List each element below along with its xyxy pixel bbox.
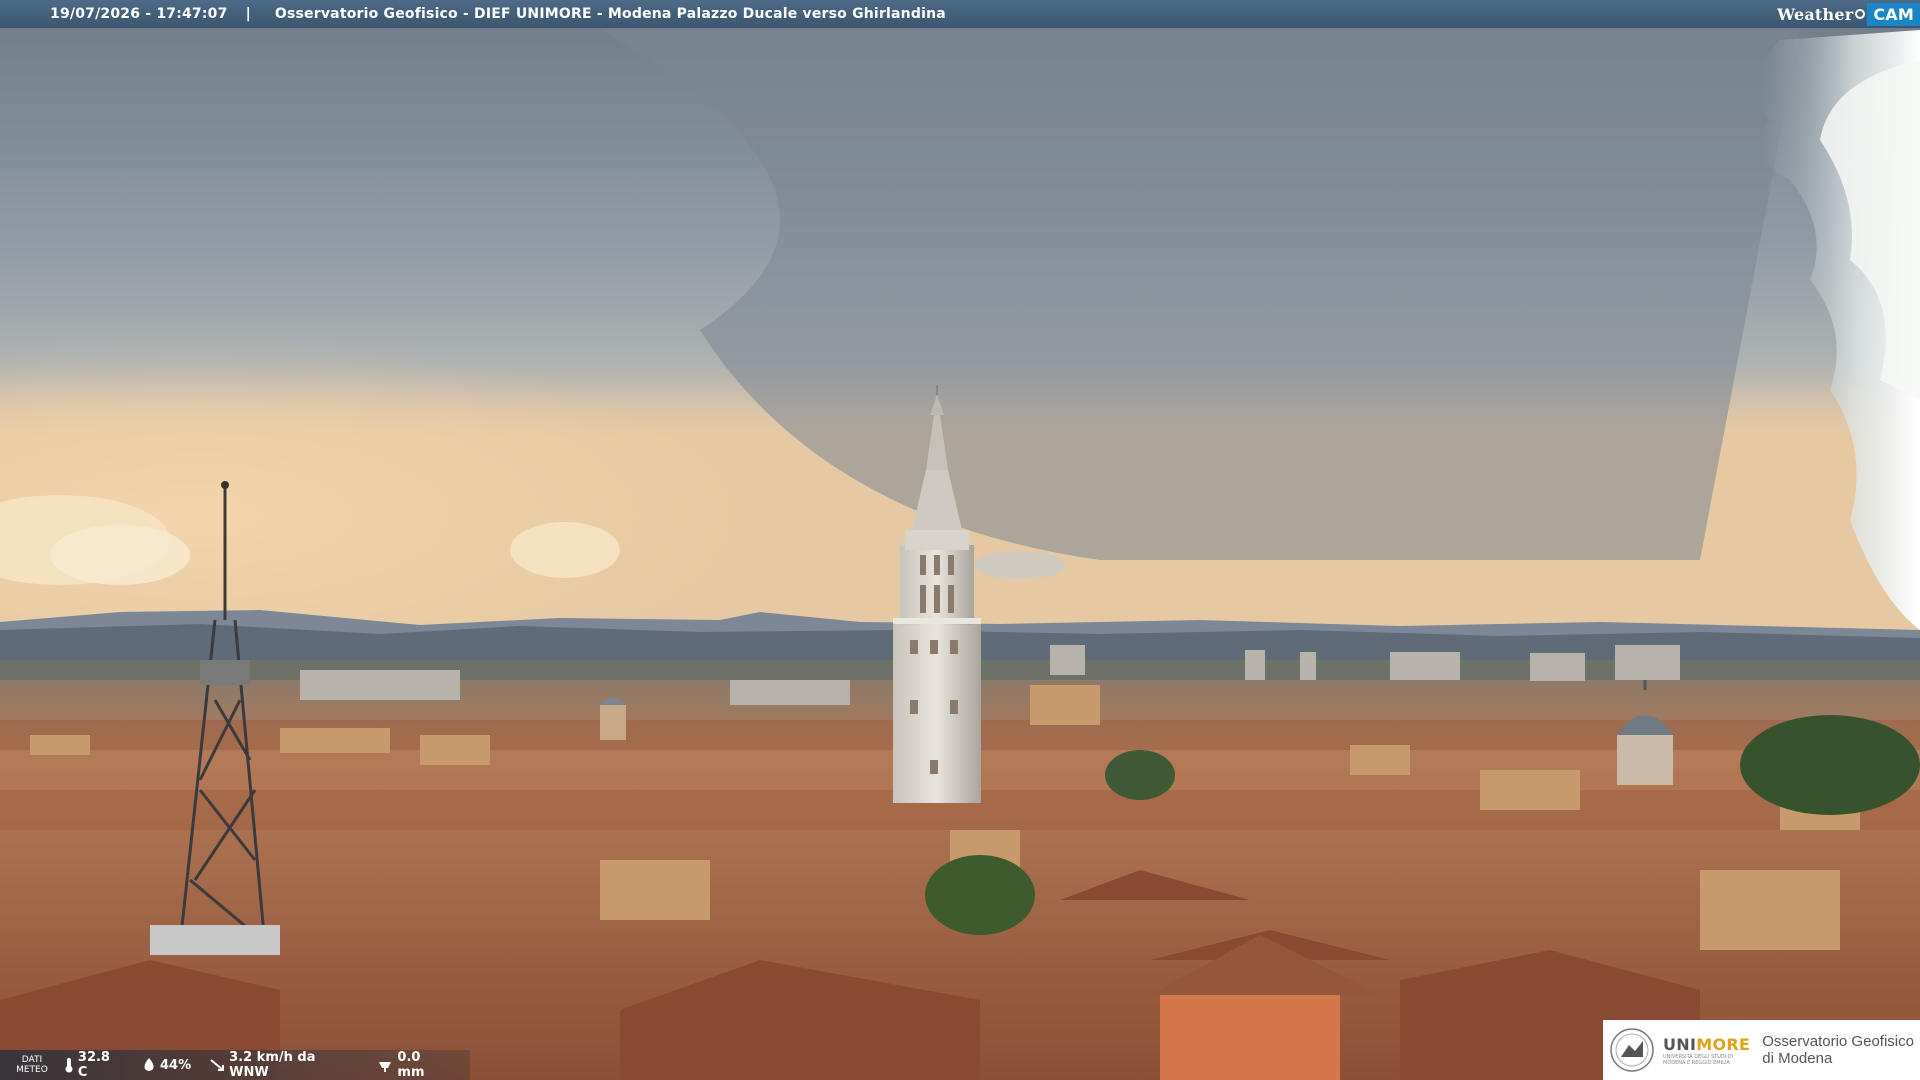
wind-value: 3.2 km/h da WNW <box>229 1050 316 1080</box>
meteo-bar: DATI METEO 32.8 C 44% 3.2 km/h da WNW 0.… <box>0 1050 470 1080</box>
humidity-value: 44% <box>160 1057 192 1073</box>
unimore-name-a: UNI <box>1663 1034 1697 1054</box>
thermometer-icon <box>65 1058 73 1073</box>
unimore-logo-box: UNIMORE UNIVERSITÀ DEGLI STUDI DI MODENA… <box>1603 1020 1920 1080</box>
webcam-scene <box>0 0 1920 1080</box>
temperature-reading: 32.8 C <box>64 1050 124 1080</box>
temperature-value: 32.8 C <box>77 1050 110 1080</box>
unimore-sub2: MODENA E REGGIO EMILIA <box>1663 1059 1730 1066</box>
brand-cam: CAM <box>1867 2 1920 26</box>
camera-lens-icon <box>1855 9 1866 19</box>
unimore-name: UNIMORE <box>1663 1035 1750 1054</box>
meteo-label-line2: METEO <box>16 1065 48 1075</box>
observatory-line1: Osservatorio Geofisico <box>1762 1033 1914 1050</box>
unimore-name-b: MORE <box>1696 1034 1751 1054</box>
humidity-reading: 44% <box>142 1057 191 1073</box>
rain-gauge-icon <box>379 1062 392 1072</box>
meteo-label-line1: DATI <box>21 1055 43 1065</box>
unimore-wordmark: UNIMORE UNIVERSITÀ DEGLI STUDI DI MODENA… <box>1663 1035 1750 1066</box>
caption-separator: | <box>245 6 251 22</box>
location-title: Osservatorio Geofisico - DIEF UNIMORE - … <box>274 6 946 22</box>
droplet-icon <box>144 1058 154 1071</box>
brand-weather: Weather <box>1777 4 1854 24</box>
wind-reading: 3.2 km/h da WNW <box>209 1050 359 1080</box>
rain-reading: 0.0 mm <box>377 1050 452 1080</box>
university-seal-icon <box>1610 1028 1654 1072</box>
rain-value: 0.0 mm <box>397 1050 425 1080</box>
meteo-label: DATI METEO <box>0 1055 64 1075</box>
weathercam-logo: Weather CAM <box>1771 0 1920 28</box>
wind-vane-icon <box>210 1059 225 1071</box>
observatory-name: Osservatorio Geofisico di Modena <box>1762 1033 1914 1067</box>
observatory-line2: di Modena <box>1762 1050 1833 1067</box>
caption-bar: 19/07/2026 - 17:47:07 | Osservatorio Geo… <box>0 0 1920 28</box>
timestamp: 19/07/2026 - 17:47:07 <box>50 6 228 22</box>
